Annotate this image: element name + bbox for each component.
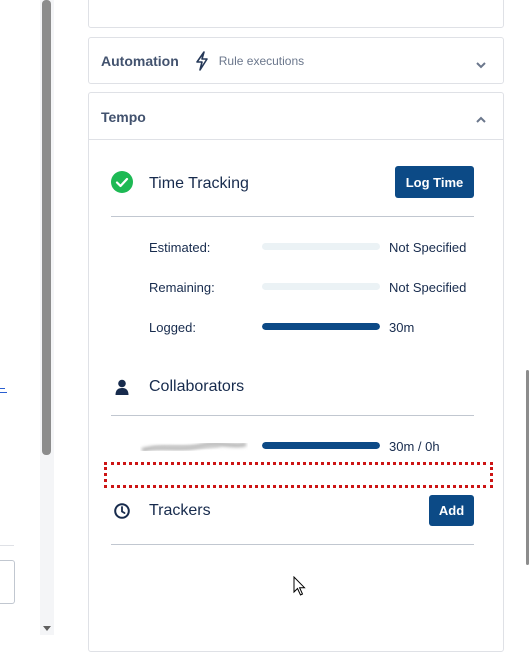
automation-header[interactable]: Automation Rule executions bbox=[101, 38, 304, 84]
mouse-cursor-icon bbox=[293, 576, 306, 601]
clock-icon bbox=[111, 503, 133, 519]
scroll-down-arrow-icon[interactable] bbox=[43, 626, 51, 631]
collaborator-value: 30m / 0h bbox=[389, 439, 440, 454]
person-icon bbox=[111, 379, 133, 395]
chevron-up-icon[interactable] bbox=[475, 111, 487, 129]
tempo-header[interactable]: Tempo bbox=[89, 93, 503, 140]
logged-progress-bar bbox=[262, 323, 380, 330]
trackers-title: Trackers bbox=[149, 502, 211, 520]
collaborators-title: Collaborators bbox=[149, 378, 244, 396]
divider bbox=[111, 216, 474, 217]
automation-subtitle: Rule executions bbox=[219, 54, 304, 68]
estimated-label: Estimated: bbox=[149, 240, 210, 255]
trackers-header: Trackers Add bbox=[111, 499, 474, 523]
estimated-progress-bar bbox=[262, 243, 380, 250]
left-pane bbox=[0, 0, 40, 635]
divider bbox=[111, 415, 474, 416]
estimated-value: Not Specified bbox=[389, 240, 466, 255]
check-circle-icon bbox=[111, 171, 133, 198]
add-tracker-button[interactable]: Add bbox=[429, 495, 474, 526]
divider bbox=[111, 544, 474, 545]
log-time-button[interactable]: Log Time bbox=[395, 166, 474, 198]
automation-title: Automation bbox=[101, 53, 179, 69]
automation-panel[interactable]: Automation Rule executions bbox=[88, 37, 504, 84]
collaborator-name-blurred bbox=[140, 440, 248, 452]
divider bbox=[0, 545, 14, 546]
chevron-down-icon[interactable] bbox=[475, 56, 487, 74]
lightning-bolt-icon bbox=[195, 51, 209, 71]
remaining-label: Remaining: bbox=[149, 280, 215, 295]
time-tracking-title: Time Tracking bbox=[149, 175, 249, 193]
tempo-title: Tempo bbox=[101, 109, 146, 125]
highlight-region bbox=[104, 462, 493, 488]
logged-label: Logged: bbox=[149, 320, 196, 335]
list-icon[interactable] bbox=[0, 388, 7, 398]
time-tracking-header: Time Tracking Log Time bbox=[111, 170, 474, 198]
collaborator-progress-bar bbox=[262, 442, 380, 449]
remaining-progress-bar bbox=[262, 283, 380, 290]
logged-value: 30m bbox=[389, 320, 414, 335]
left-input-stub[interactable] bbox=[0, 560, 15, 604]
left-scrollbar[interactable] bbox=[40, 0, 54, 635]
previous-panel bbox=[88, 0, 504, 28]
collaborators-header: Collaborators bbox=[111, 375, 474, 399]
remaining-value: Not Specified bbox=[389, 280, 466, 295]
scrollbar-thumb[interactable] bbox=[42, 0, 51, 455]
